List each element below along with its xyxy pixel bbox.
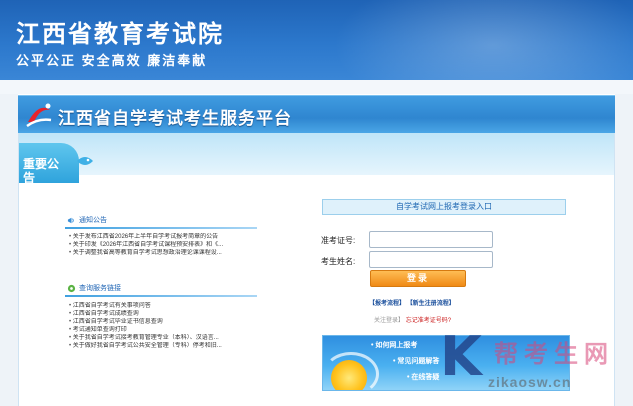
student-name-input[interactable] <box>369 251 493 268</box>
header-gap <box>0 80 633 94</box>
service-link-3[interactable]: 江西省自学考试毕业证书信息查询 <box>69 318 257 326</box>
ticket-number-label: 准考证号: <box>321 236 356 245</box>
content-header-strip <box>19 133 614 175</box>
login-button[interactable]: 登录 <box>370 270 466 287</box>
ticket-number-input[interactable] <box>369 231 493 248</box>
notices-divider <box>65 227 257 229</box>
services-divider <box>65 295 257 297</box>
search-circle-icon <box>67 284 76 292</box>
header-glow <box>333 0 633 80</box>
site-title: 江西省教育考试院 <box>16 21 224 48</box>
register-process-link[interactable]: 【报考流程】 <box>369 301 405 307</box>
site-header: 江西省教育考试院 公平公正 安全高效 廉洁奉献 <box>0 0 633 80</box>
platform-title: 江西省自学考试考生服务平台 <box>58 109 292 129</box>
service-link-4[interactable]: 考试通知单查询打印 <box>69 326 257 334</box>
notice-link-2[interactable]: 关于印发《2026年江西省自学考试课程预安排表》和《... <box>69 241 257 249</box>
exam-logo-icon <box>26 103 52 128</box>
notice-link-3[interactable]: 关于调整我省高等教育自学考试思想政治理论课课程设... <box>69 249 257 257</box>
student-name-label: 考生姓名: <box>321 257 356 266</box>
service-link-1[interactable]: 江西省自学考试有关事项问答 <box>69 302 257 310</box>
service-link-2[interactable]: 江西省自学考试成绩查询 <box>69 310 257 318</box>
site-slogan: 公平公正 安全高效 廉洁奉献 <box>16 53 208 68</box>
service-link-6[interactable]: 关于做好我省自学考试公共安全管理（专科）停考和旧... <box>69 342 257 350</box>
services-heading-text: 查询服务链接 <box>79 285 121 292</box>
notice-link-1[interactable]: 关于发布江西省2026年上半年自学考试报考简章的公告 <box>69 233 257 241</box>
process-links: 【报考流程】 【新生注册流程】 <box>369 298 455 307</box>
fish-decoration-icon <box>77 157 93 165</box>
services-list: 江西省自学考试有关事项问答 江西省自学考试成绩查询 江西省自学考试毕业证书信息查… <box>69 302 257 350</box>
megaphone-icon <box>67 217 74 223</box>
side-margin-right <box>615 94 633 406</box>
login-title: 自学考试网上报考登录入口 <box>322 199 566 215</box>
page: 江西省教育考试院 公平公正 安全高效 廉洁奉献 江西省自学考试考生服务平台 重要… <box>0 0 633 406</box>
notices-heading-text: 通知公告 <box>79 217 107 224</box>
promo-online-qa[interactable]: • 在线答疑 <box>407 372 439 382</box>
side-margin-left <box>0 94 18 406</box>
platform-banner: 江西省自学考试考生服务平台 <box>18 95 615 133</box>
main-panel: 重要公告 通知公告 关于发布江西省2026年上半年自学考试报考简章的公告 关于印… <box>18 133 615 406</box>
notices-list: 关于发布江西省2026年上半年自学考试报考简章的公告 关于印发《2026年江西省… <box>69 233 257 257</box>
new-student-register-link[interactable]: 【新生注册流程】 <box>407 301 455 307</box>
promo-faq[interactable]: • 常见问题解答 <box>393 356 439 366</box>
help-promo-banner[interactable]: • 如何网上报考 • 常见问题解答 • 在线答疑 <box>322 335 570 391</box>
account-links: 关注登录】 忘记准考证号码? <box>374 315 451 324</box>
logout-link[interactable]: 关注登录】 <box>374 318 404 324</box>
sun-icon <box>331 360 367 390</box>
promo-how-to-apply[interactable]: • 如何网上报考 <box>371 340 417 350</box>
important-notice-tab: 重要公告 <box>19 143 79 185</box>
notice-tab-label: 重要公告 <box>23 157 60 185</box>
forgot-ticket-link[interactable]: 忘记准考证号码? <box>406 318 451 324</box>
service-link-5[interactable]: 关于我省自学考试接考教育管理专业（本科）、汉语言... <box>69 334 257 342</box>
services-heading: 查询服务链接 <box>67 281 121 295</box>
notices-heading: 通知公告 <box>67 213 107 227</box>
